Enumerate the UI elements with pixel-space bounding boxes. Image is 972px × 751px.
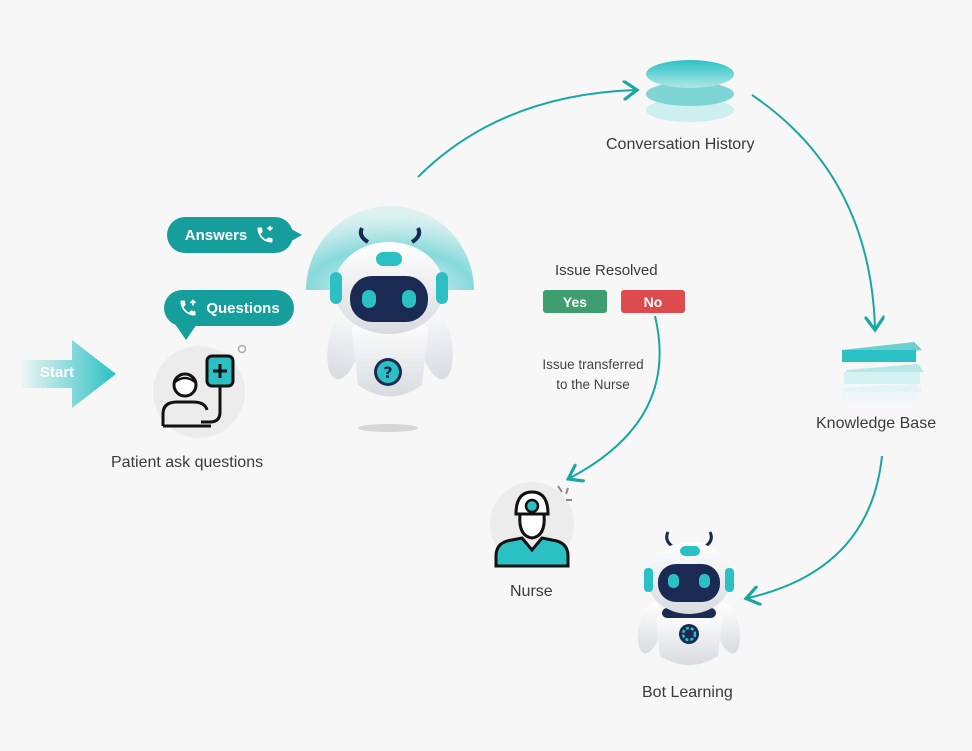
robot-question-icon: ? xyxy=(306,206,474,432)
phone-icon xyxy=(257,225,274,243)
patient-iv-drip-icon xyxy=(153,344,247,438)
no-button[interactable]: No xyxy=(621,290,685,313)
start-label: Start xyxy=(40,364,75,381)
nurse-label: Nurse xyxy=(510,583,553,600)
knowledge-base-label: Knowledge Base xyxy=(816,415,937,432)
issue-resolved-label: Issue Resolved xyxy=(555,262,658,279)
database-icon xyxy=(646,60,734,122)
transfer-line-1: Issue transferred xyxy=(542,357,644,372)
arrow-bot-to-history xyxy=(417,90,635,178)
arrow-history-to-knowledge xyxy=(751,94,875,328)
patient-label: Patient ask questions xyxy=(111,454,264,471)
answers-label: Answers xyxy=(184,226,248,244)
phone-icon xyxy=(180,299,197,316)
robot-question-badge: ? xyxy=(383,363,392,382)
arrow-no-to-nurse xyxy=(570,315,661,478)
bot-learning-label: Bot Learning xyxy=(642,684,733,701)
transfer-note: Issue transferred to the Nurse xyxy=(528,355,658,395)
yes-button[interactable]: Yes xyxy=(543,290,607,313)
conversation-history-label: Conversation History xyxy=(606,136,755,153)
books-icon xyxy=(842,342,924,402)
transfer-line-2: to the Nurse xyxy=(556,377,630,392)
answers-bubble: Answers xyxy=(167,217,293,253)
nurse-icon xyxy=(490,482,574,568)
questions-bubble: Questions xyxy=(164,290,294,326)
arrow-knowledge-to-learning xyxy=(748,455,883,598)
questions-label: Questions xyxy=(206,299,280,317)
robot-gear-icon xyxy=(637,531,741,665)
